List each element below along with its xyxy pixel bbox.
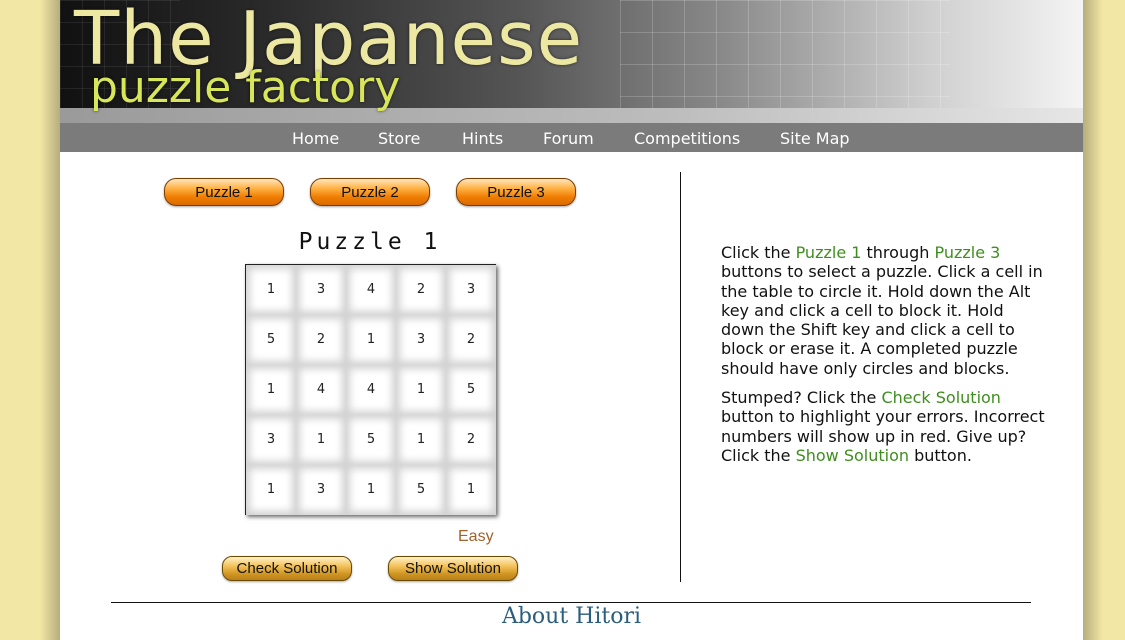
puzzle-title: Puzzle 1 bbox=[298, 229, 442, 255]
instructions-paragraph-1: Click the Puzzle 1 through Puzzle 3 butt… bbox=[721, 243, 1051, 378]
nav-site-map[interactable]: Site Map bbox=[780, 129, 850, 148]
puzzle-cell[interactable]: 1 bbox=[396, 365, 446, 415]
right-page-shadow bbox=[1083, 0, 1103, 640]
puzzle-cell[interactable]: 3 bbox=[246, 415, 296, 465]
instructions-highlight-check-solution: Check Solution bbox=[881, 388, 1001, 408]
puzzle-cell[interactable]: 1 bbox=[346, 465, 396, 515]
puzzle-cell[interactable]: 5 bbox=[346, 415, 396, 465]
nav-home[interactable]: Home bbox=[292, 129, 339, 148]
puzzle-grid: 1 3 4 2 3 5 2 1 3 2 1 4 4 1 5 3 1 5 1 2 … bbox=[245, 264, 496, 515]
puzzle-cell[interactable]: 5 bbox=[396, 465, 446, 515]
puzzle-cell[interactable]: 2 bbox=[446, 415, 496, 465]
instructions-text: through bbox=[861, 243, 935, 262]
about-hitori-heading: About Hitori bbox=[501, 604, 642, 629]
check-solution-button[interactable]: Check Solution bbox=[222, 556, 352, 581]
instructions-text: Click the bbox=[721, 243, 796, 262]
puzzle-cell[interactable]: 1 bbox=[246, 365, 296, 415]
puzzle-cell[interactable]: 4 bbox=[296, 365, 346, 415]
puzzle-cell[interactable]: 1 bbox=[446, 465, 496, 515]
puzzle-cell[interactable]: 2 bbox=[296, 315, 346, 365]
puzzle-cell[interactable]: 3 bbox=[446, 265, 496, 315]
site-banner: The Japanese puzzle factory bbox=[60, 0, 1083, 123]
nav-forum[interactable]: Forum bbox=[543, 129, 594, 148]
puzzle-cell[interactable]: 5 bbox=[246, 315, 296, 365]
instructions-text: buttons to select a puzzle. Click a cell… bbox=[721, 262, 1043, 378]
puzzle-cell[interactable]: 1 bbox=[246, 465, 296, 515]
puzzle-cell[interactable]: 2 bbox=[446, 315, 496, 365]
puzzle-2-button[interactable]: Puzzle 2 bbox=[310, 178, 430, 206]
puzzle-cell[interactable]: 1 bbox=[346, 315, 396, 365]
puzzle-cell[interactable]: 3 bbox=[296, 265, 346, 315]
instructions-highlight-show-solution: Show Solution bbox=[795, 445, 909, 465]
puzzle-cell[interactable]: 4 bbox=[346, 365, 396, 415]
puzzle-cell[interactable]: 2 bbox=[396, 265, 446, 315]
puzzle-cell[interactable]: 3 bbox=[296, 465, 346, 515]
puzzle-cell[interactable]: 4 bbox=[346, 265, 396, 315]
instructions-paragraph-2: Stumped? Click the Check Solution button… bbox=[721, 388, 1051, 465]
instructions-panel: Click the Puzzle 1 through Puzzle 3 butt… bbox=[721, 243, 1051, 475]
puzzle-1-button[interactable]: Puzzle 1 bbox=[164, 178, 284, 206]
puzzle-cell[interactable]: 1 bbox=[296, 415, 346, 465]
difficulty-label: Easy bbox=[458, 528, 494, 545]
instructions-highlight-puzzle-1: Puzzle 1 bbox=[795, 243, 862, 262]
nav-competitions[interactable]: Competitions bbox=[634, 129, 740, 148]
page-container: The Japanese puzzle factory Home Store H… bbox=[60, 0, 1083, 640]
puzzle-3-button[interactable]: Puzzle 3 bbox=[456, 178, 576, 206]
section-divider bbox=[111, 602, 1031, 603]
nav-store[interactable]: Store bbox=[378, 129, 420, 148]
instructions-text: Stumped? Click the bbox=[721, 388, 882, 408]
instructions-text: button. bbox=[909, 445, 972, 465]
banner-grid-decoration bbox=[620, 0, 950, 110]
puzzle-cell[interactable]: 1 bbox=[246, 265, 296, 315]
site-logo-subtitle[interactable]: puzzle factory bbox=[90, 62, 400, 113]
instructions-highlight-puzzle-3: Puzzle 3 bbox=[934, 243, 1001, 262]
show-solution-button[interactable]: Show Solution bbox=[388, 556, 518, 581]
main-nav: Home Store Hints Forum Competitions Site… bbox=[60, 123, 1083, 152]
puzzle-cell[interactable]: 3 bbox=[396, 315, 446, 365]
puzzle-cell[interactable]: 1 bbox=[396, 415, 446, 465]
left-page-shadow bbox=[40, 0, 60, 640]
column-divider bbox=[680, 172, 681, 582]
nav-hints[interactable]: Hints bbox=[462, 129, 503, 148]
puzzle-cell[interactable]: 5 bbox=[446, 365, 496, 415]
